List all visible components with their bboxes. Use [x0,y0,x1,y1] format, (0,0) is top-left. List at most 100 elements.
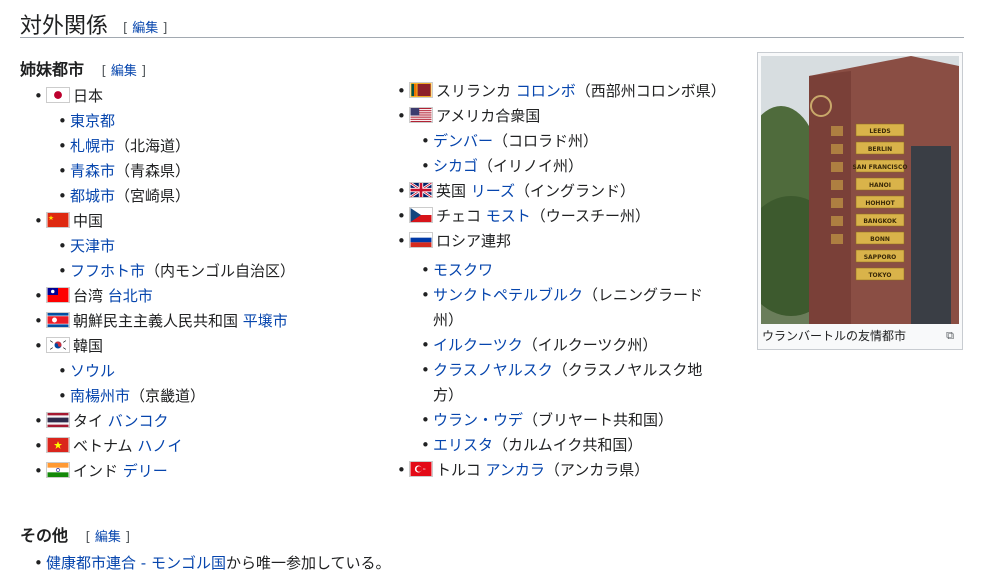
ankara-link[interactable]: アンカラ [485,461,544,479]
list-item-thailand: タイ バンコク [34,409,295,434]
list-item-chicago: シカゴ（イリノイ州） [397,154,726,179]
chicago-link[interactable]: シカゴ [433,157,478,175]
list-item-krasnoyarsk: クラスノヤルスク（クラスノヤルスク地方） [397,358,726,408]
hohhot-link[interactable]: フフホト市 [70,262,145,280]
other-heading: その他 [ 編集 ] [20,522,130,546]
mongolia-link[interactable]: モンゴル国 [151,554,226,572]
south-korea-flag-icon [46,337,70,353]
japan-flag-icon [46,87,70,103]
section-edit-link[interactable]: 編集 [132,21,158,36]
taipei-link[interactable]: 台北市 [108,287,153,305]
namyangju-link[interactable]: 南楊州市 [70,387,130,405]
elista-link[interactable]: エリスタ [433,436,493,454]
section-title: 対外関係 [20,14,109,39]
list-item-ulan-ude: ウラン・ウデ（ブリヤート共和国） [397,408,726,433]
sign-hohhot: HOHHOT [865,200,895,207]
turkey-flag-icon [409,461,433,477]
healthy-cities-link[interactable]: 健康都市連合 [46,554,136,572]
russia-flag-icon [409,232,433,248]
sign-hanoi: HANOI [869,182,891,189]
sister-edit-link[interactable]: 編集 [111,64,137,79]
list-item-vietnam: ベトナム ハノイ [34,434,295,459]
irkutsk-link[interactable]: イルクーツク [433,336,523,354]
list-item-miyakonojo: 都城市（宮崎県） [34,184,295,209]
sister-cities-heading: 姉妹都市 [ 編集 ] [20,56,146,80]
moscow-link[interactable]: モスクワ [433,261,493,279]
list-item-tokyo: 東京都 [34,109,295,134]
list-item-turkey: トルコ アンカラ（アンカラ県） [397,458,726,483]
list-item-namyangju: 南楊州市（京畿道） [34,384,295,409]
section-edit: [ 編集 ] [123,21,168,36]
list-item-moscow: モスクワ [397,258,726,283]
sign-san-francisco: SAN FRANCISCO [853,164,908,171]
list-item-denver: デンバー（コロラド州） [397,129,726,154]
china-flag-icon [46,212,70,228]
list-item-st-petersburg: サンクトペテルブルク（レニングラード州） [397,283,726,333]
list-item-uk: 英国 リーズ（イングランド） [397,179,726,204]
list-item-japan: 日本 [34,84,295,109]
other-title: その他 [20,526,69,545]
delhi-link[interactable]: デリー [123,462,168,480]
st-petersburg-link[interactable]: サンクトペテルブルク [433,286,583,304]
czech-flag-icon [409,207,433,223]
thumbnail-figure: LEEDS BERLIN SAN FRANCISCO HANOI HOHHOT … [757,52,963,350]
usa-flag-icon [409,107,433,123]
list-item-russia: ロシア連邦 [397,229,726,254]
uk-flag-icon [409,182,433,198]
north-korea-flag-icon [46,312,70,328]
list-item-elista: エリスタ（カルムイク共和国） [397,433,726,458]
sri-lanka-flag-icon [409,82,433,98]
pyongyang-link[interactable]: 平壌市 [243,312,288,330]
list-item-china: 中国 [34,209,295,234]
hanoi-link[interactable]: ハノイ [137,437,182,455]
sister-edit: [ 編集 ] [101,64,147,79]
list-item-seoul: ソウル [34,359,295,384]
sapporo-link[interactable]: 札幌市 [70,137,115,155]
list-item-sapporo: 札幌市（北海道） [34,134,295,159]
tianjin-link[interactable]: 天津市 [70,237,115,255]
list-item-healthy-cities: 健康都市連合 - モンゴル国から唯一参加している。 [34,551,391,576]
bangkok-link[interactable]: バンコク [108,412,169,430]
list-item-usa: アメリカ合衆国 [397,104,726,129]
colombo-link[interactable]: コロンボ [516,82,576,100]
list-item-sri-lanka: スリランカ コロンボ（西部州コロンボ県） [397,79,726,104]
list-item-aomori: 青森市（青森県） [34,159,295,184]
miyakonojo-link[interactable]: 都城市 [70,187,115,205]
sister-cities-list-right: スリランカ コロンボ（西部州コロンボ県） アメリカ合衆国 デンバー（コロラド州）… [397,79,726,483]
sister-cities-title: 姉妹都市 [20,60,85,79]
list-item-india: インド デリー [34,459,295,484]
other-list: 健康都市連合 - モンゴル国から唯一参加している。 [34,551,391,576]
other-edit: [ 編集 ] [85,530,131,545]
sign-bonn: BONN [870,236,890,243]
list-item-hohhot: フフホト市（内モンゴル自治区） [34,259,295,284]
sign-tokyo: TOKYO [868,272,891,279]
list-item-czech: チェコ モスト（ウースチー州） [397,204,726,229]
tokyo-link[interactable]: 東京都 [70,112,115,130]
separator: - [136,554,151,572]
krasnoyarsk-link[interactable]: クラスノヤルスク [433,361,553,379]
taiwan-flag-icon [46,287,70,303]
list-item-tianjin: 天津市 [34,234,295,259]
sign-berlin: BERLIN [868,146,892,153]
sign-leeds: LEEDS [869,128,890,135]
other-edit-link[interactable]: 編集 [95,530,121,545]
most-link[interactable]: モスト [486,207,531,225]
thailand-flag-icon [46,412,70,428]
india-flag-icon [46,462,70,478]
leeds-link[interactable]: リーズ [471,182,515,200]
denver-link[interactable]: デンバー [433,132,493,150]
aomori-link[interactable]: 青森市 [70,162,115,180]
sister-cities-list-left: 日本 東京都 札幌市（北海道） 青森市（青森県） 都城市（宮崎県） 中国 天津市… [34,84,295,484]
enlarge-icon[interactable]: ⧉ [946,329,954,343]
sign-bangkok: BANGKOK [863,218,897,225]
section-heading: 対外関係 [ 編集 ] [20,4,964,39]
vietnam-flag-icon [46,437,70,453]
thumbnail-caption: ウランバートルの友情都市 [762,329,907,343]
sign-sapporo: SAPPORO [864,254,897,261]
list-item-north-korea: 朝鮮民主主義人民共和国 平壌市 [34,309,295,334]
list-item-irkutsk: イルクーツク（イルクーツク州） [397,333,726,358]
seoul-link[interactable]: ソウル [70,362,115,380]
ulan-ude-link[interactable]: ウラン・ウデ [433,411,523,429]
friendship-monument-image[interactable]: LEEDS BERLIN SAN FRANCISCO HANOI HOHHOT … [761,56,959,324]
list-item-taiwan: 台湾 台北市 [34,284,295,309]
